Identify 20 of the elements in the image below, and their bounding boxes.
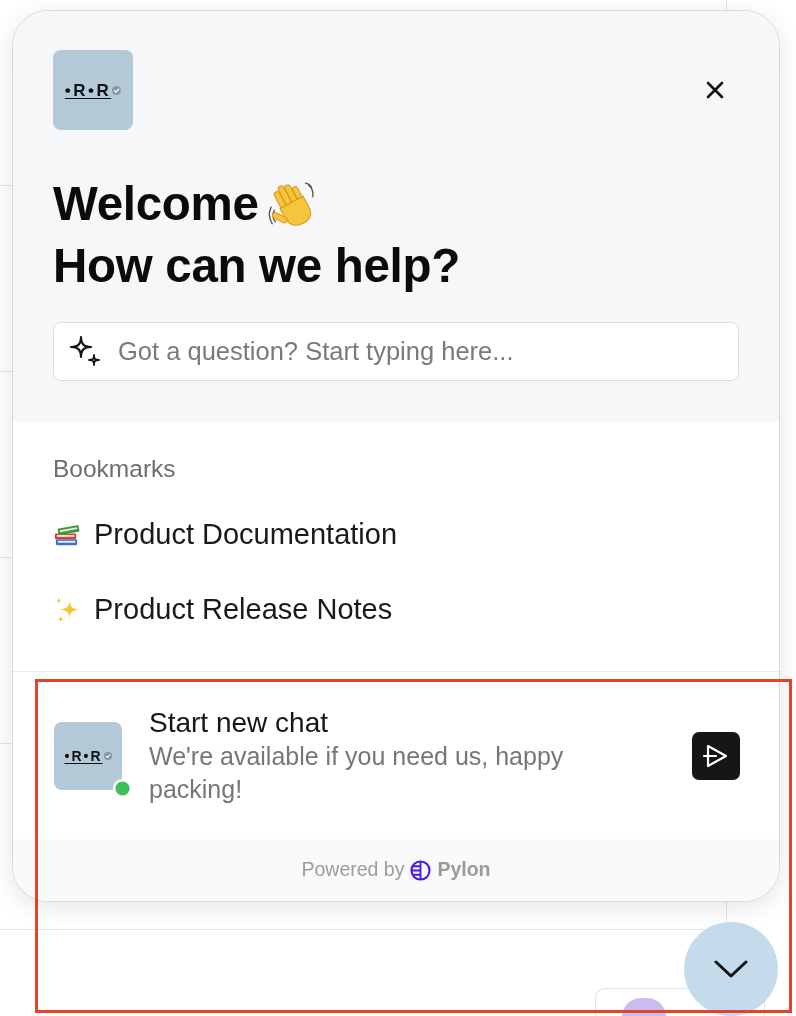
start-chat-card[interactable]: •R•R Start new chat We're available if you need us, happy packing! (13, 672, 779, 839)
search-field[interactable]: Got a question? Start typing here... (53, 322, 739, 381)
chevron-down-icon (714, 959, 748, 979)
close-icon (705, 80, 725, 100)
bookmarks-label: Bookmarks (53, 454, 177, 484)
pylon-logo-icon (410, 859, 432, 881)
waving-hand-icon (266, 179, 317, 229)
bookmark-link[interactable]: Product Documentation (53, 497, 739, 572)
logo-text: •R•R (64, 748, 103, 763)
logo-text: •R•R (64, 81, 112, 99)
close-button[interactable] (705, 80, 725, 100)
bookmark-link[interactable]: Product Release Notes (53, 572, 739, 647)
send-button[interactable] (692, 731, 740, 780)
sparkle-icon (68, 334, 102, 368)
check-badge-icon (112, 85, 122, 95)
welcome-heading: Welcome (53, 176, 259, 232)
help-heading: How can we help? (53, 238, 461, 294)
check-badge-icon (103, 751, 112, 760)
chat-subtitle: We're available if you need us, happy packing! (149, 740, 565, 805)
chat-title: Start new chat (149, 705, 329, 740)
